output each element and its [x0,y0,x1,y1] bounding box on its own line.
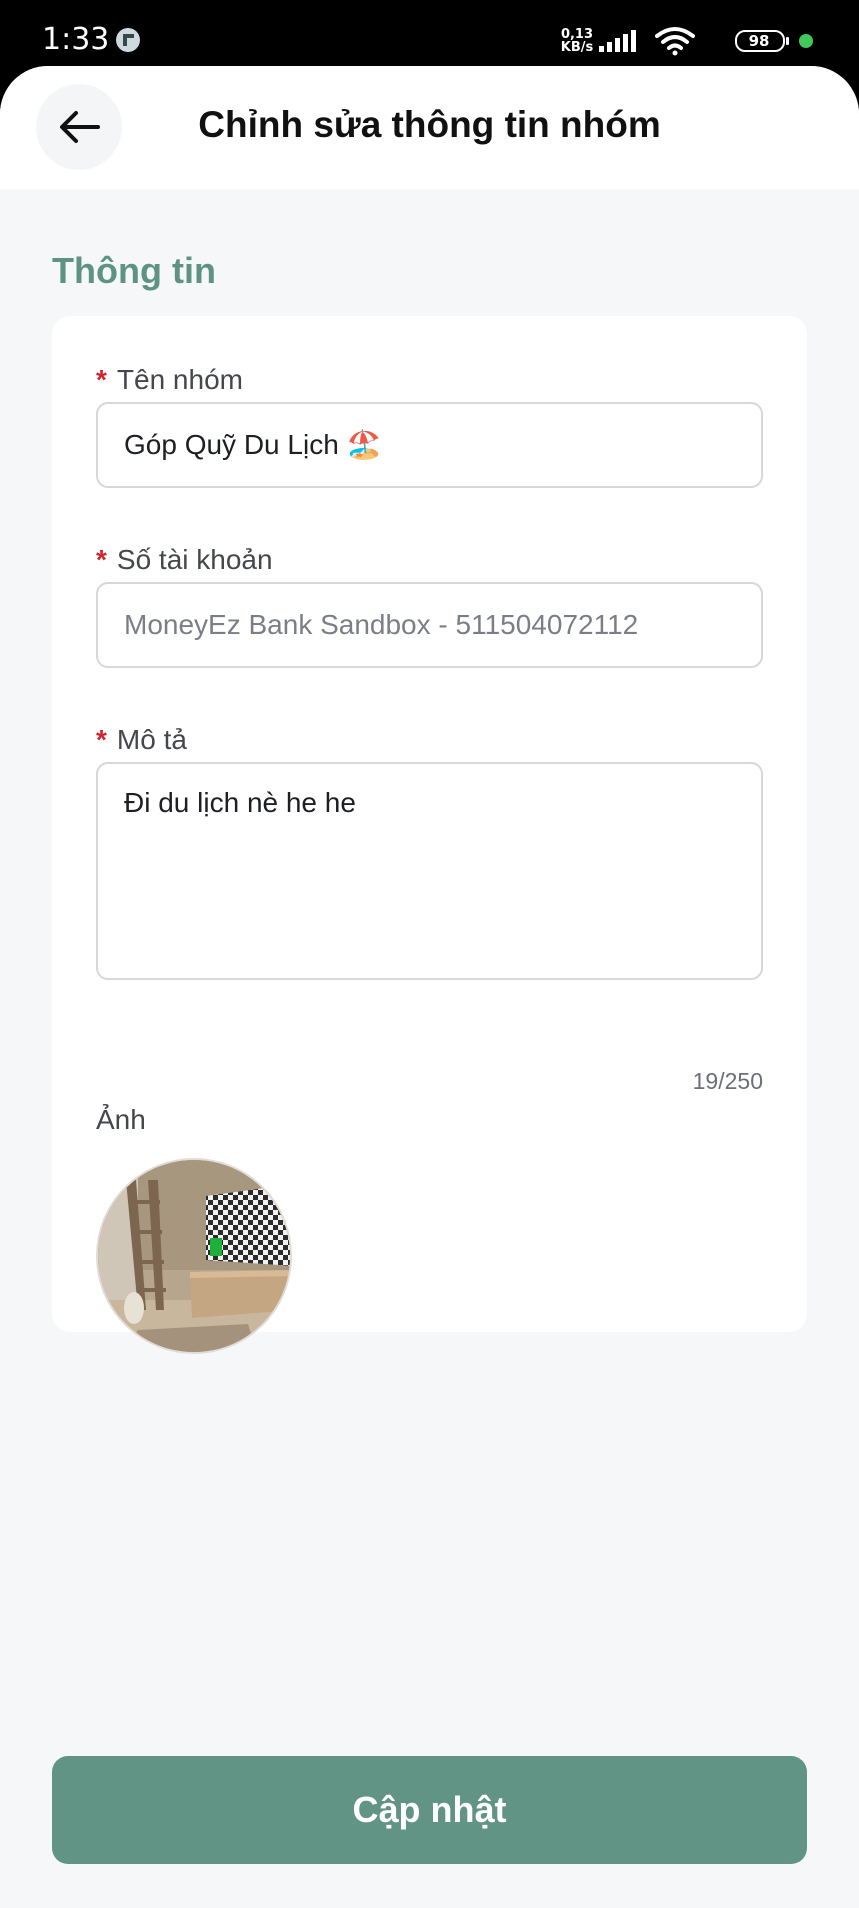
status-time: 1:33 [42,22,110,57]
group-name-label: * Tên nhóm [96,364,243,395]
wifi-icon [655,27,695,56]
image-label: Ảnh [96,1104,146,1135]
privacy-indicator-dot [799,34,813,48]
room-photo-image [98,1160,290,1352]
account-number-select[interactable]: MoneyEz Bank Sandbox - 511504072112 [96,582,763,668]
required-mark: * [96,724,107,755]
app-screen: Chỉnh sửa thông tin nhóm Thông tin * Tên … [0,66,859,1908]
group-name-input[interactable]: Góp Quỹ Du Lịch 🏖️ [96,402,763,488]
network-speed: 0,13 KB/s [560,27,594,55]
battery-level: 98 [748,32,770,50]
description-textarea[interactable]: Đi du lịch nè he he [96,762,763,980]
group-photo[interactable] [96,1158,292,1354]
section-title: Thông tin [52,250,216,291]
page-title: Chỉnh sửa thông tin nhóm [198,104,661,145]
group-name-value: Góp Quỹ Du Lịch 🏖️ [124,429,382,460]
description-label: * Mô tả [96,724,187,755]
header: Chỉnh sửa thông tin nhóm [0,66,859,189]
signal-icon [599,30,636,52]
app-notification-icon [116,28,140,52]
update-button[interactable]: Cập nhật [52,1756,807,1864]
account-number-label: * Số tài khoản [96,544,273,575]
description-value: Đi du lịch nè he he [124,787,356,818]
required-mark: * [96,544,107,575]
required-mark: * [96,364,107,395]
info-card: * Tên nhóm Góp Quỹ Du Lịch 🏖️ * Số tài kho… [52,316,807,1354]
account-number-value: MoneyEz Bank Sandbox - 511504072112 [124,609,639,640]
character-counter: 19/250 [692,1068,763,1094]
